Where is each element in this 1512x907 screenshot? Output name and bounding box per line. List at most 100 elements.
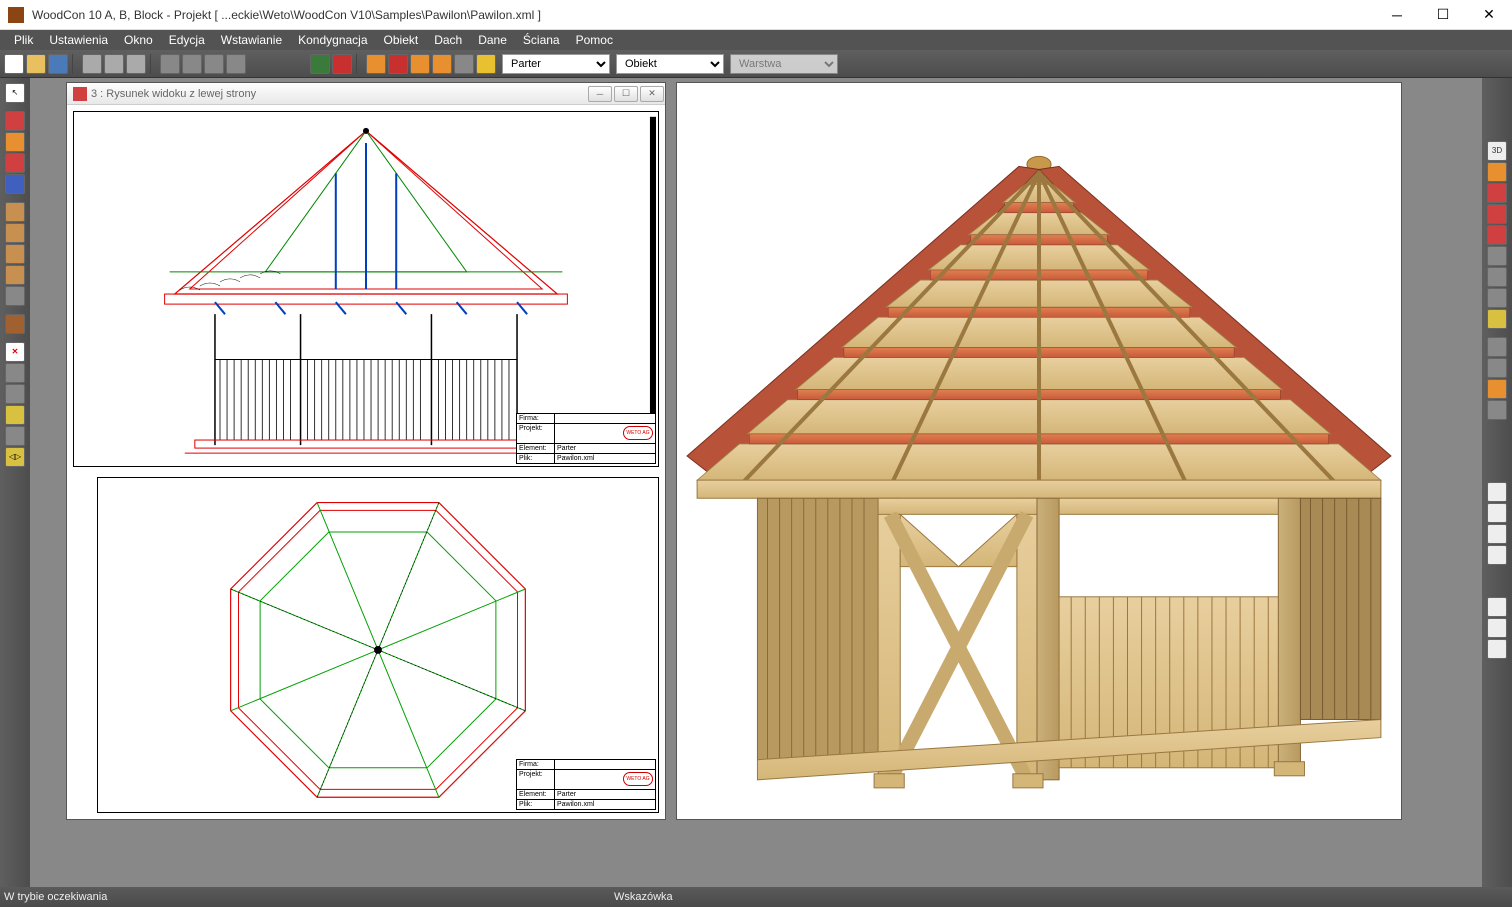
menu-obiekt[interactable]: Obiekt [376, 31, 427, 49]
zoom-fit-button[interactable] [204, 54, 224, 74]
print-preview-button[interactable] [104, 54, 124, 74]
left-toolbar: ↖ ✕ ◁▷ [0, 78, 30, 887]
menu-pomoc[interactable]: Pomoc [568, 31, 621, 49]
window-tool[interactable] [5, 174, 25, 194]
view-mode-4[interactable] [1487, 225, 1507, 245]
separator [150, 54, 156, 74]
save-button[interactable] [48, 54, 68, 74]
3d-view-button[interactable] [310, 54, 330, 74]
tool-2[interactable] [388, 54, 408, 74]
opt-2[interactable] [1487, 618, 1507, 638]
logo-icon: WETO AG [623, 772, 653, 786]
status-left: W trybie oczekiwania [4, 891, 614, 903]
misc-tool-1[interactable] [5, 363, 25, 383]
app-title: WoodCon 10 A, B, Block - Projekt [ ...ec… [32, 8, 1374, 22]
view-mode-2[interactable] [1487, 183, 1507, 203]
menu-dach[interactable]: Dach [426, 31, 470, 49]
floor-select[interactable]: Parter [502, 54, 610, 74]
menu-ustawienia[interactable]: Ustawienia [41, 31, 116, 49]
select-arrow-button[interactable] [454, 54, 474, 74]
beam-tool-3[interactable] [5, 244, 25, 264]
measure-tool[interactable] [5, 405, 25, 425]
right-toolbar: 3D [1482, 78, 1512, 887]
open-button[interactable] [26, 54, 46, 74]
zoom-out-button[interactable] [182, 54, 202, 74]
material-tool[interactable] [5, 314, 25, 334]
panel-minimize-button[interactable]: ─ [588, 86, 612, 102]
separator [356, 54, 362, 74]
menu-kondygnacja[interactable]: Kondygnacja [290, 31, 375, 49]
nav-4[interactable] [1487, 400, 1507, 420]
menu-wstawianie[interactable]: Wstawianie [213, 31, 290, 49]
maximize-button[interactable]: ☐ [1420, 0, 1466, 30]
panel-2d-view: 3 : Rysunek widoku z lewej strony ─ ☐ ✕ [66, 82, 666, 820]
panel-2d-title: 3 : Rysunek widoku z lewej strony [91, 88, 587, 100]
tool-1[interactable] [366, 54, 386, 74]
zoom-in-button[interactable] [160, 54, 180, 74]
tool-5[interactable] [476, 54, 496, 74]
nav-tool[interactable]: ◁▷ [5, 447, 25, 467]
misc-tool-2[interactable] [5, 384, 25, 404]
shape-tool[interactable] [5, 153, 25, 173]
column-tool[interactable] [5, 286, 25, 306]
view-3d-button[interactable]: 3D [1487, 141, 1507, 161]
beam-tool-2[interactable] [5, 223, 25, 243]
mdi-area: 3 : Rysunek widoku z lewej strony ─ ☐ ✕ [30, 78, 1482, 887]
menu-sciana[interactable]: Ściana [515, 31, 568, 49]
menu-okno[interactable]: Okno [116, 31, 161, 49]
panel-maximize-button[interactable]: ☐ [614, 86, 638, 102]
layer-toggle-3[interactable] [1487, 524, 1507, 544]
tool-4[interactable] [432, 54, 452, 74]
panel-3d-view: 1 : 3D-Ansicht ─ ☐ ✕ [676, 82, 1402, 820]
layer-select[interactable]: Warstwa [730, 54, 838, 74]
layer-toggle-1[interactable] [1487, 482, 1507, 502]
title-bar: WoodCon 10 A, B, Block - Projekt [ ...ec… [0, 0, 1512, 30]
drawing-icon [73, 87, 87, 101]
menu-bar: Plik Ustawienia Okno Edycja Wstawianie K… [0, 30, 1512, 50]
view-mode-6[interactable] [1487, 267, 1507, 287]
view-mode-8[interactable] [1487, 309, 1507, 329]
view-mode-button[interactable] [332, 54, 352, 74]
misc-tool-3[interactable] [5, 426, 25, 446]
elevation-drawing[interactable]: WETO AG Firma: Projekt: Element:Parter P… [73, 111, 659, 467]
beam-tool-4[interactable] [5, 265, 25, 285]
opt-3[interactable] [1487, 639, 1507, 659]
layer-toggle-2[interactable] [1487, 503, 1507, 523]
menu-dane[interactable]: Dane [470, 31, 515, 49]
tool-3[interactable] [410, 54, 430, 74]
nav-2[interactable] [1487, 358, 1507, 378]
wall-tool[interactable] [5, 111, 25, 131]
panel-2d-titlebar[interactable]: 3 : Rysunek widoku z lewej strony ─ ☐ ✕ [67, 83, 665, 105]
beam-tool-1[interactable] [5, 202, 25, 222]
view-mode-1[interactable] [1487, 162, 1507, 182]
panel-3d-viewport[interactable] [677, 83, 1401, 819]
titleblock-bottom: WETO AG Firma: Projekt: Element:Parter P… [516, 759, 656, 810]
view-mode-7[interactable] [1487, 288, 1507, 308]
menu-edycja[interactable]: Edycja [161, 31, 213, 49]
separator [72, 54, 78, 74]
titleblock-top: WETO AG Firma: Projekt: Element:Parter P… [516, 413, 656, 464]
minimize-button[interactable]: ─ [1374, 0, 1420, 30]
status-mid: Wskazówka [614, 891, 1512, 903]
panel-close-button[interactable]: ✕ [640, 86, 664, 102]
zoom-window-button[interactable] [226, 54, 246, 74]
menu-plik[interactable]: Plik [6, 31, 41, 49]
delete-tool[interactable]: ✕ [5, 342, 25, 362]
new-button[interactable] [4, 54, 24, 74]
main-toolbar: Parter Obiekt Warstwa [0, 50, 1512, 78]
print-button[interactable] [82, 54, 102, 74]
close-button[interactable]: ✕ [1466, 0, 1512, 30]
nav-3[interactable] [1487, 379, 1507, 399]
view-mode-5[interactable] [1487, 246, 1507, 266]
pointer-tool[interactable]: ↖ [5, 83, 25, 103]
plan-drawing[interactable]: WETO AG Firma: Projekt: Element:Parter P… [97, 477, 659, 813]
grid-tool[interactable] [5, 132, 25, 152]
status-bar: W trybie oczekiwania Wskazówka [0, 887, 1512, 907]
opt-1[interactable] [1487, 597, 1507, 617]
print-setup-button[interactable] [126, 54, 146, 74]
view-mode-3[interactable] [1487, 204, 1507, 224]
nav-1[interactable] [1487, 337, 1507, 357]
object-select[interactable]: Obiekt [616, 54, 724, 74]
layer-toggle-4[interactable] [1487, 545, 1507, 565]
panel-2d-content[interactable]: WETO AG Firma: Projekt: Element:Parter P… [67, 105, 665, 819]
